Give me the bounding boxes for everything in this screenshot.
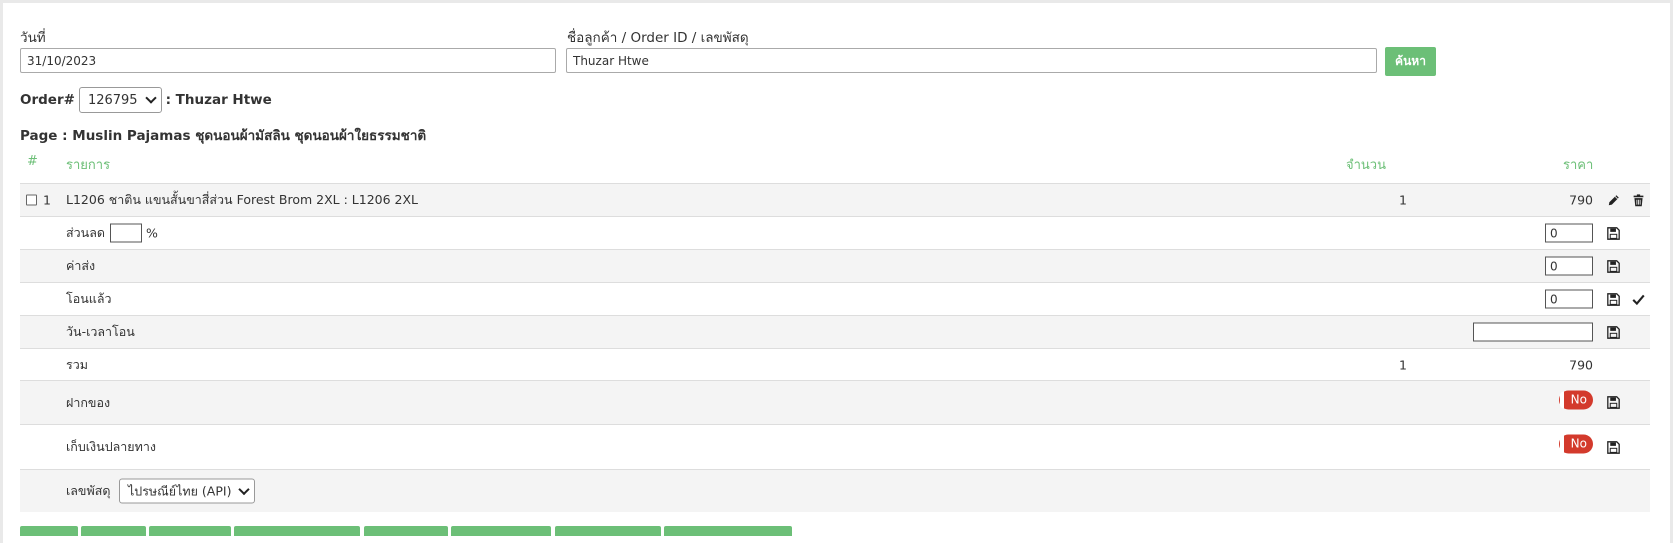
item-name: L1206 ชาติน แขนสั้นขาสี่ส่วน Forest Brom… — [66, 192, 419, 207]
date-input[interactable] — [20, 48, 556, 73]
action-button-6[interactable] — [451, 526, 551, 536]
order-customer-name: : Thuzar Htwe — [165, 92, 272, 108]
table-row-transfer-time: วัน-เวลาโอน — [20, 315, 1650, 348]
toggle-knob — [1560, 391, 1564, 408]
search-button[interactable]: ค้นหา — [1385, 47, 1436, 76]
action-button-7[interactable] — [555, 526, 661, 536]
save-icon[interactable] — [1606, 226, 1620, 240]
save-icon[interactable] — [1606, 396, 1620, 410]
toggle-knob — [1560, 435, 1564, 453]
transfer-time-input[interactable] — [1473, 322, 1593, 342]
save-icon[interactable] — [1606, 292, 1620, 306]
cod-toggle[interactable]: No — [1559, 434, 1593, 454]
transferred-label: โอนแล้ว — [66, 291, 112, 306]
table-row-transferred: โอนแล้ว — [20, 282, 1650, 315]
pencil-icon[interactable] — [1606, 193, 1620, 207]
table-row-item: 1 L1206 ชาติน แขนสั้นขาสี่ส่วน Forest Br… — [20, 183, 1650, 216]
action-button-3[interactable] — [149, 526, 231, 536]
discount-input[interactable] — [1545, 223, 1593, 243]
item-qty: 1 — [1399, 192, 1407, 208]
order-label: Order# — [20, 92, 75, 108]
deposit-label: ฝากของ — [66, 394, 111, 410]
item-checkbox[interactable] — [26, 194, 37, 206]
page-title: Page : Muslin Pajamas ชุดนอนผ้ามัสลิน ชุ… — [20, 128, 427, 144]
cod-label: เก็บเงินปลายทาง — [66, 439, 156, 454]
tracking-label: เลขพัสดุ — [66, 483, 111, 498]
action-button-2[interactable] — [81, 526, 146, 536]
order-line: Order# 126795 : Thuzar Htwe — [20, 86, 272, 114]
date-label: วันที่ — [20, 30, 46, 46]
total-label: รวม — [66, 356, 88, 372]
table-row-tracking: เลขพัสดุ ไปรษณีย์ไทย (API) — [20, 469, 1650, 512]
total-qty: 1 — [1399, 357, 1407, 372]
action-button-1[interactable] — [20, 526, 78, 536]
order-select[interactable]: 126795 — [78, 87, 162, 113]
table-row-cod: เก็บเงินปลายทาง No — [20, 424, 1650, 469]
action-button-4[interactable] — [234, 526, 360, 536]
deposit-toggle[interactable]: No — [1559, 390, 1593, 409]
save-icon[interactable] — [1606, 440, 1620, 454]
header-item: รายการ — [66, 158, 111, 173]
percent-sign: % — [146, 225, 158, 241]
table-row-shipping: ค่าส่ง — [20, 249, 1650, 282]
save-icon[interactable] — [1606, 259, 1620, 273]
action-button-8[interactable] — [664, 526, 792, 536]
trash-icon[interactable] — [1631, 193, 1645, 207]
item-price: 790 — [1569, 192, 1593, 208]
total-price: 790 — [1569, 357, 1593, 372]
tracking-select-value: ไปรษณีย์ไทย (API) — [128, 483, 232, 498]
cod-toggle-label: No — [1570, 436, 1587, 451]
table-row-total: รวม 1 790 — [20, 348, 1650, 380]
action-button-5[interactable] — [364, 526, 448, 536]
item-index: 1 — [43, 192, 51, 208]
shipping-label: ค่าส่ง — [66, 258, 96, 273]
discount-label: ส่วนลด — [66, 225, 105, 240]
header-price: ราคา — [1563, 158, 1594, 173]
customer-search-input[interactable] — [566, 48, 1377, 73]
check-icon[interactable] — [1631, 292, 1645, 306]
order-select-value: 126795 — [87, 92, 138, 108]
customer-label: ชื่อลูกค้า / Order ID / เลขพัสดุ — [567, 30, 749, 46]
save-icon[interactable] — [1606, 325, 1620, 339]
tracking-select[interactable]: ไปรษณีย์ไทย (API) — [119, 478, 256, 504]
table-row-discount: ส่วนลด % — [20, 216, 1650, 249]
discount-percent-input[interactable] — [110, 223, 142, 243]
header-qty: จำนวน — [1346, 158, 1386, 173]
table-row-deposit: ฝากของ No — [20, 380, 1650, 424]
deposit-toggle-label: No — [1570, 392, 1587, 406]
shipping-input[interactable] — [1545, 256, 1593, 276]
chevron-down-icon — [238, 483, 251, 495]
chevron-down-icon — [144, 92, 157, 104]
transfer-time-label: วัน-เวลาโอน — [66, 324, 135, 339]
header-index: # — [27, 154, 38, 169]
transferred-input[interactable] — [1545, 289, 1593, 309]
